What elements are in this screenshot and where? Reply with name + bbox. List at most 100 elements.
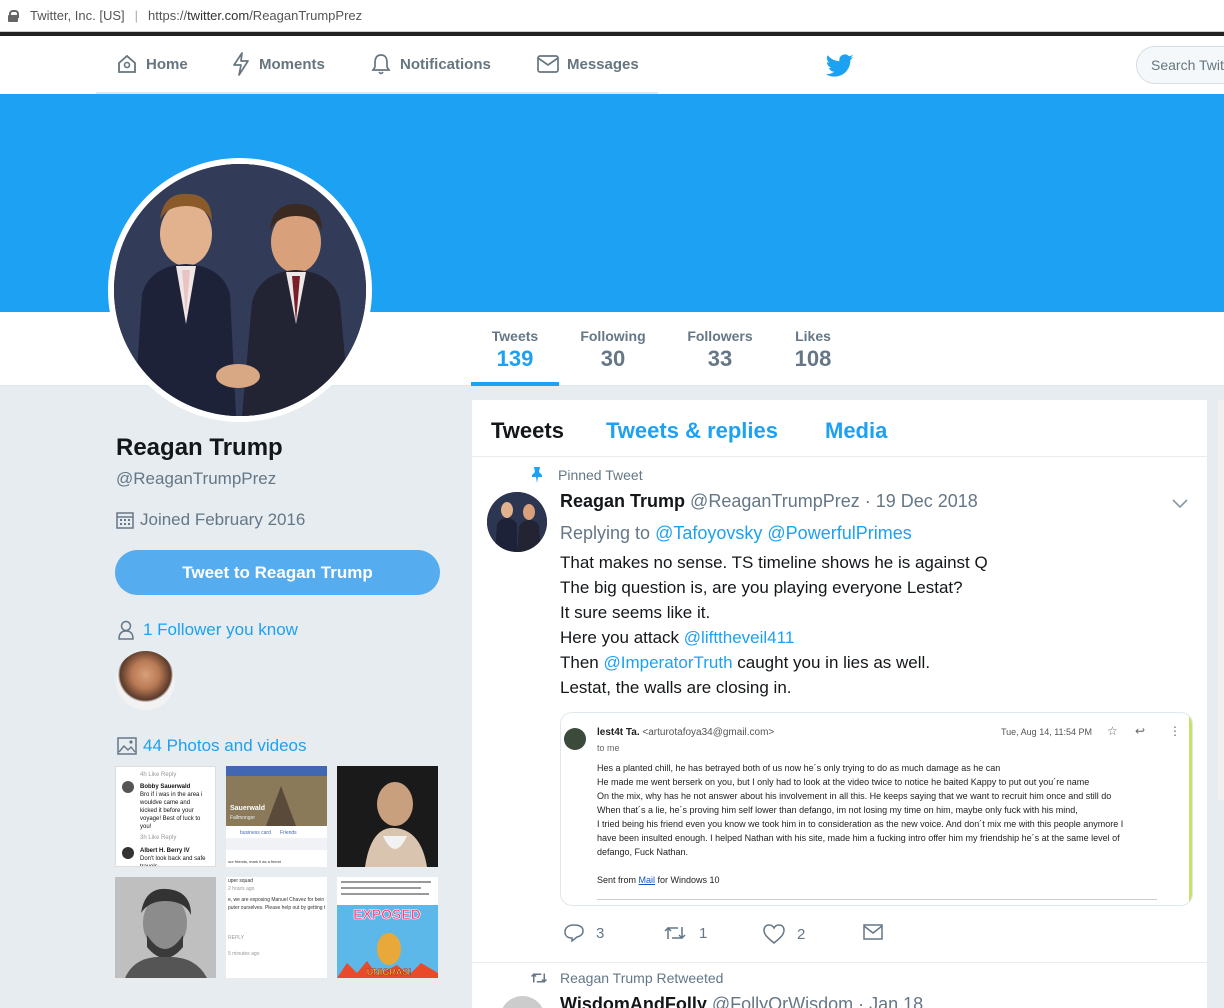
thumb-text: 2 hours ago: [228, 886, 255, 892]
stat-tweets-label: Tweets: [491, 328, 539, 344]
stat-following-label: Following: [580, 328, 646, 344]
email-body-line: Hes a planted chill, he has betrayed bot…: [597, 763, 1001, 773]
tweet-text-line: That makes no sense. TS timeline shows h…: [560, 553, 988, 572]
email-sender: lest4t Ta.: [597, 727, 640, 738]
next-tweet-author[interactable]: WisdomAndFolly: [560, 994, 707, 1008]
twitter-bird-icon[interactable]: [826, 54, 854, 78]
sig-text: for Windows 10: [655, 875, 720, 885]
reply-mention[interactable]: @Tafoyovsky: [655, 523, 762, 543]
media-thumbnail[interactable]: EXPOSED UNIGRAS!: [337, 877, 438, 978]
chevron-down-icon[interactable]: [1172, 498, 1188, 508]
stat-tweets-value: 139: [496, 346, 534, 371]
replying-to: Replying to @Tafoyovsky @PowerfulPrimes: [560, 523, 912, 544]
selfie-photo: [337, 766, 438, 867]
photos-videos-link[interactable]: 44 Photos and videos: [117, 736, 307, 756]
media-thumbnail[interactable]: uper squad 2 hours ago e, we are exposin…: [226, 877, 327, 978]
tab-tweets[interactable]: Tweets: [491, 418, 564, 444]
media-thumbnail[interactable]: [115, 877, 216, 978]
retweet-button[interactable]: 1: [663, 924, 707, 942]
email-body-line: defango, Fuck Nathan.: [597, 847, 689, 857]
star-icon: ☆: [1107, 724, 1118, 738]
thumb-text: Bro if i was in the area i: [140, 792, 202, 798]
sig-text: Sent from: [597, 875, 639, 885]
followers-you-know-link[interactable]: 1 Follower you know: [117, 620, 298, 640]
thumb-text: kicked it before your: [140, 808, 194, 814]
thumb-text: e, we are exposing Manuel Chavez for bei…: [228, 897, 324, 903]
next-tweet-handle[interactable]: @FollyOrWisdom · Jan 18: [712, 994, 923, 1008]
replying-prefix: Replying to: [560, 523, 651, 543]
calendar-icon: [116, 512, 134, 529]
next-tweet-avatar[interactable]: [500, 996, 545, 1008]
thumb-text: Sauerwald: [230, 805, 265, 812]
thumb-text: wouldve came and: [139, 800, 190, 806]
timeline-divider: [472, 456, 1207, 457]
stat-followers[interactable]: Followers 33: [678, 312, 762, 386]
bell-icon: [371, 54, 391, 75]
tweet-text-line: The big question is, are you playing eve…: [560, 578, 963, 597]
thumb-text: 3h Like Reply: [140, 835, 176, 841]
tweet-author-name[interactable]: Reagan Trump: [560, 491, 685, 511]
reply-mention[interactable]: @PowerfulPrimes: [767, 523, 911, 543]
nav-messages[interactable]: Messages: [537, 36, 639, 92]
portrait-photo: [115, 877, 216, 978]
tab-media[interactable]: Media: [825, 418, 887, 444]
nav-notifications[interactable]: Notifications: [370, 36, 491, 92]
follower-avatar[interactable]: [116, 651, 175, 710]
thumb-text: EXPOSED: [353, 906, 421, 922]
nav-notifications-label: Notifications: [400, 55, 491, 73]
like-button[interactable]: 2: [763, 924, 805, 944]
url-separator: |: [134, 8, 139, 23]
stat-likes[interactable]: Likes 108: [786, 312, 840, 386]
email-body-line: I tried being his friend even you know w…: [597, 819, 1124, 829]
thumb-text: Fallmonger: [230, 815, 255, 821]
retweeted-label: Reagan Trump Retweeted: [560, 970, 724, 986]
media-thumbnail[interactable]: 4h Like Reply Bobby Sauerwald Bro if i w…: [115, 766, 216, 867]
nav-moments[interactable]: Moments: [231, 36, 325, 92]
profile-screenshot: Sauerwald Fallmonger business card Frien…: [226, 766, 327, 864]
tweet-author-avatar[interactable]: [487, 492, 547, 552]
more-options-icon: ⋮: [1169, 724, 1181, 738]
text-mention[interactable]: @lifttheveil411: [684, 628, 795, 647]
sig-link: Mail: [638, 875, 656, 885]
tweet-author-handle[interactable]: @ReaganTrumpPrez: [690, 491, 860, 511]
nav-home[interactable]: Home: [116, 36, 188, 92]
profile-name[interactable]: Reagan Trump: [116, 434, 283, 462]
thumb-text: our friends, mark it as a friend: [228, 859, 281, 864]
thumb-text: REPLY: [228, 935, 245, 941]
text-mention[interactable]: @ImperatorTruth: [603, 653, 732, 672]
profile-avatar[interactable]: [108, 158, 372, 422]
tweet-text-line: It sure seems like it.: [560, 603, 711, 622]
thumb-text: travels: [140, 864, 158, 867]
comment-screenshot: 4h Like Reply Bobby Sauerwald Bro if i w…: [122, 772, 206, 867]
thumb-text: Friends: [280, 830, 297, 836]
joined-date: Joined February 2016: [116, 510, 305, 530]
pinned-label: Pinned Tweet: [558, 467, 643, 483]
search-input[interactable]: Search Twitter: [1136, 46, 1224, 84]
media-thumbnail[interactable]: [337, 766, 438, 867]
timeline: Tweets Tweets & replies Media Pinned Twe…: [472, 400, 1207, 1008]
pinned-context: Pinned Tweet: [530, 466, 643, 484]
followers-you-know-text: 1 Follower you know: [143, 620, 298, 639]
tweet-to-button[interactable]: Tweet to Reagan Trump: [115, 550, 440, 595]
email-body-line: When that´s a lie, he´s proving him self…: [597, 805, 1078, 815]
profile-photo: [114, 164, 366, 416]
tweet-media-image[interactable]: lest4t Ta. <arturotafoya34@gmail.com> to…: [560, 712, 1193, 906]
stat-tweets[interactable]: Tweets 139: [471, 312, 559, 386]
email-sender-avatar: [564, 728, 586, 750]
line-text: Here you attack: [560, 628, 684, 647]
media-thumbnail[interactable]: Sauerwald Fallmonger business card Frien…: [226, 766, 327, 867]
tab-tweets-replies[interactable]: Tweets & replies: [606, 418, 778, 444]
tweet-date[interactable]: · 19 Dec 2018: [865, 491, 978, 511]
direct-message-button[interactable]: [863, 924, 895, 940]
url-scheme: https://: [148, 8, 188, 23]
retweet-context: Reagan Trump Retweeted: [530, 970, 723, 986]
retweet-icon: [530, 973, 548, 983]
profile-handle[interactable]: @ReaganTrumpPrez: [116, 469, 276, 489]
browser-url-bar[interactable]: Twitter, Inc. [US] | https://twitter.com…: [0, 0, 1224, 32]
reply-button[interactable]: 3: [564, 924, 604, 942]
lock-icon: [8, 9, 19, 22]
stat-following[interactable]: Following 30: [570, 312, 656, 386]
thumb-text: Albert H. Berry IV: [140, 848, 190, 854]
thumb-text: voyage! Best of luck to: [140, 816, 201, 822]
url-path: /ReaganTrumpPrez: [249, 8, 363, 23]
